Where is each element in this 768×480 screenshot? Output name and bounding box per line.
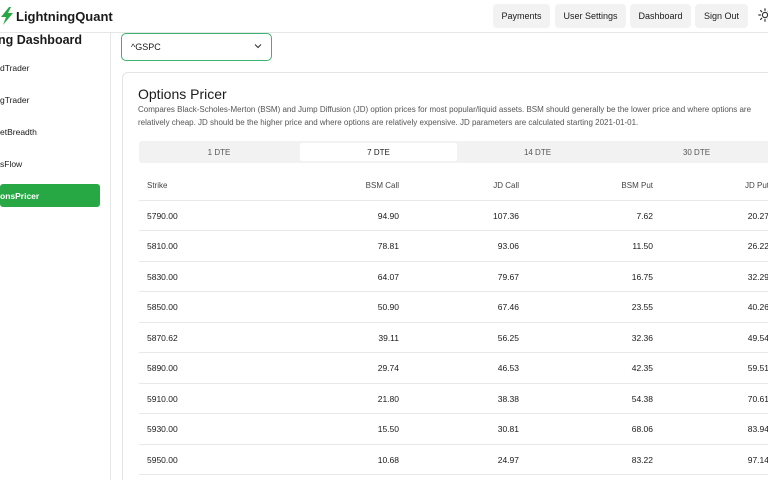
cell-strike: 5890.00 (147, 363, 178, 373)
cell-bsm-call: 21.80 (377, 393, 399, 404)
cell-bsm-call: 94.90 (377, 210, 399, 221)
sidebar-item-label: gTrader (0, 94, 30, 105)
tab-1-dte[interactable]: 1 DTE (141, 143, 297, 161)
table-row: 5950.00 10.68 24.97 83.22 97.14 (139, 445, 768, 475)
header-jd-call: JD Call (493, 180, 519, 190)
cell-bsm-call: 15.50 (377, 424, 399, 434)
payments-button[interactable]: Payments (493, 4, 550, 28)
sidebar-item-options-pricer[interactable]: onsPricer (0, 184, 100, 207)
cell-bsm-put: 11.50 (632, 241, 653, 251)
cell-bsm-put: 68.06 (631, 424, 653, 434)
cell-jd-call: 67.46 (497, 302, 519, 312)
cell-strike: 5850.00 (147, 302, 178, 312)
ticker-select[interactable]: ^GSPC (121, 33, 272, 61)
table-row: 5850.00 50.90 67.46 23.55 40.26 (139, 292, 768, 323)
cell-jd-put: 59.51 (747, 363, 768, 373)
theme-toggle-icon[interactable] (758, 8, 768, 22)
cell-strike: 5930.00 (147, 424, 178, 434)
lightning-bolt-icon (1, 7, 13, 25)
sidebar-item-label: sFlow (0, 158, 23, 169)
table-row: 5890.00 29.74 46.53 42.35 59.51 (139, 353, 768, 384)
cell-jd-call: 107.36 (493, 210, 519, 221)
cell-jd-put: 20.27 (747, 210, 768, 221)
cell-jd-call: 79.67 (497, 271, 519, 282)
sidebar-item-label: onsPricer (0, 190, 40, 201)
app-name: LightningQuant (16, 8, 113, 24)
page-description: Compares Black-Scholes-Merton (BSM) and … (138, 105, 752, 127)
cell-bsm-put: 42.35 (631, 363, 653, 373)
cell-bsm-put: 23.55 (631, 302, 653, 312)
sidebar-item-label: dTrader (0, 62, 30, 73)
tab-14-dte[interactable]: 14 DTE (459, 143, 616, 161)
table-row: 5870.62 39.11 56.25 32.36 49.54 (139, 323, 768, 353)
header-strike: Strike (147, 180, 168, 190)
cell-strike: 5790.00 (147, 210, 178, 221)
cell-jd-call: 30.81 (497, 424, 519, 434)
page-title: Options Pricer (138, 86, 227, 102)
user-settings-button[interactable]: User Settings (555, 4, 626, 28)
header-bsm-call: BSM Call (365, 180, 399, 190)
cell-strike: 5830.00 (147, 271, 178, 282)
cell-strike: 5910.00 (147, 393, 178, 404)
cell-jd-put: 83.94 (747, 424, 768, 434)
table-row: 5930.00 15.50 30.81 68.06 83.94 (139, 414, 768, 445)
header-bsm-put: BSM Put (621, 180, 653, 190)
sidebar-item-dtrader[interactable]: dTrader (0, 56, 100, 79)
sidebar-item-flow[interactable]: sFlow (0, 152, 100, 175)
cell-bsm-call: 39.11 (378, 332, 399, 343)
cell-jd-put: 32.29 (747, 271, 768, 282)
table-row: 5810.00 78.81 93.06 11.50 26.22 (139, 231, 768, 262)
logo[interactable]: LightningQuant (0, 7, 113, 25)
table-header: Strike BSM Call JD Call BSM Put JD Put (139, 170, 768, 201)
cell-bsm-put: 7.62 (636, 210, 653, 221)
options-pricer-card: Options Pricer Compares Black-Scholes-Me… (122, 72, 768, 480)
cell-jd-put: 70.61 (747, 393, 768, 404)
sidebar-item-breadth[interactable]: etBreadth (0, 120, 100, 143)
table-row: 5830.00 64.07 79.67 16.75 32.29 (139, 262, 768, 292)
dashboard-button[interactable]: Dashboard (630, 4, 691, 28)
cell-jd-call: 24.97 (497, 454, 519, 465)
sidebar-item-gtrader[interactable]: gTrader (0, 88, 100, 111)
cell-jd-call: 38.38 (497, 393, 519, 404)
cell-jd-put: 49.54 (747, 332, 768, 343)
sidebar-item-label: etBreadth (0, 126, 37, 137)
tab-7-dte[interactable]: 7 DTE (300, 143, 457, 161)
sign-out-button[interactable]: Sign Out (695, 4, 748, 28)
tab-30-dte[interactable]: 30 DTE (618, 143, 768, 161)
cell-strike: 5870.62 (147, 332, 178, 343)
cell-bsm-put: 83.22 (631, 454, 653, 465)
cell-jd-put: 40.26 (747, 302, 768, 312)
cell-bsm-call: 78.81 (377, 241, 399, 251)
cell-bsm-call: 29.74 (377, 363, 399, 373)
table-row: 5910.00 21.80 38.38 54.38 70.61 (139, 384, 768, 414)
top-bar: LightningQuant Payments User Settings Da… (0, 0, 768, 33)
cell-bsm-put: 54.38 (631, 393, 653, 404)
cell-bsm-call: 10.68 (377, 454, 399, 465)
table-row: 5790.00 94.90 107.36 7.62 20.27 (139, 201, 768, 231)
cell-bsm-put: 16.75 (631, 271, 653, 282)
cell-strike: 5810.00 (147, 241, 178, 251)
cell-jd-put: 26.22 (747, 241, 768, 251)
sidebar: ng Dashboard dTrader gTrader etBreadth s… (0, 33, 111, 480)
cell-jd-call: 93.06 (497, 241, 519, 251)
header-jd-put: JD Put (744, 180, 768, 190)
sidebar-title: ng Dashboard (0, 33, 83, 47)
cell-strike: 5950.00 (147, 454, 178, 465)
cell-bsm-call: 50.90 (377, 302, 399, 312)
cell-bsm-call: 64.07 (377, 271, 399, 282)
cell-jd-call: 56.25 (497, 332, 519, 343)
chevron-down-icon (254, 44, 262, 49)
ticker-value: ^GSPC (131, 42, 161, 52)
cell-bsm-put: 32.36 (631, 332, 653, 343)
cell-jd-put: 97.14 (747, 454, 768, 465)
cell-jd-call: 46.53 (497, 363, 519, 373)
dte-tabs: 1 DTE 7 DTE 14 DTE 30 DTE (139, 141, 768, 163)
